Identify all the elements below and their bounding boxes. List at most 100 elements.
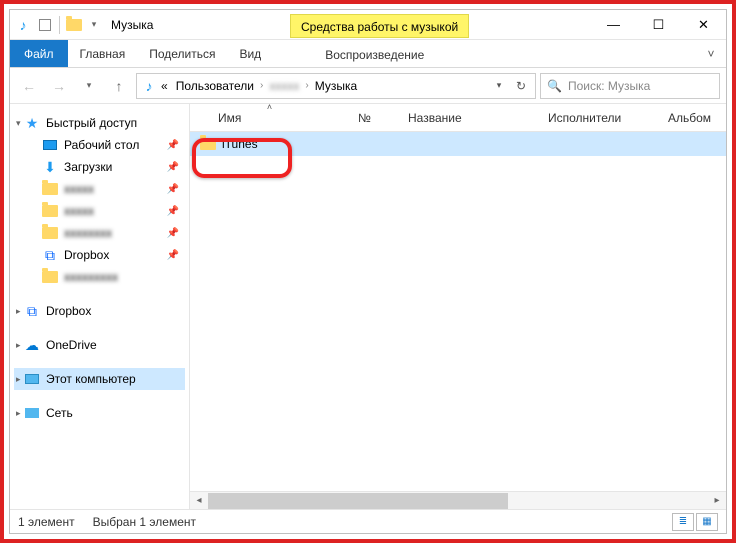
sidebar-onedrive[interactable]: ▸ ☁ OneDrive [14,334,185,356]
column-number[interactable]: № [350,104,400,131]
sidebar-item-label: Рабочий стол [64,138,139,152]
star-icon: ★ [24,115,40,131]
ribbon-collapse-icon[interactable]: ˅ [696,40,726,67]
sidebar-item-blurred[interactable]: xxxxx 📌 [14,178,185,200]
status-bar: 1 элемент Выбран 1 элемент ≣ ▦ [10,509,726,533]
sidebar-item-label: xxxxxxxxx [64,270,118,284]
nav-up-button[interactable]: ↑ [106,73,132,99]
breadcrumb-users[interactable]: Пользователи [172,79,258,93]
sidebar-item-label: Dropbox [64,248,109,262]
sidebar-item-label: Dropbox [46,304,91,318]
nav-back-button[interactable]: ← [16,73,42,99]
chevron-right-icon[interactable]: › [303,80,310,91]
context-tools-header: Средства работы с музыкой [290,14,469,38]
sidebar-item-label: Этот компьютер [46,372,136,386]
nav-pane: ▾ ★ Быстрый доступ Рабочий стол 📌 ⬇ Загр… [10,104,190,509]
folder-icon [42,269,58,285]
scroll-thumb[interactable] [208,493,508,509]
sidebar-item-label: Быстрый доступ [46,116,137,130]
sidebar-item-label: xxxxxxxx [64,226,112,240]
dropbox-icon: ⧉ [42,247,58,263]
ribbon-tabs: Файл Главная Поделиться Вид Воспроизведе… [10,40,726,68]
sidebar-item-desktop[interactable]: Рабочий стол 📌 [14,134,185,156]
folder-icon [42,181,58,197]
maximize-button[interactable]: ☐ [636,10,681,40]
sidebar-quick-access[interactable]: ▾ ★ Быстрый доступ [14,112,185,134]
status-count: 1 элемент [18,515,75,529]
search-placeholder: Поиск: Музыка [568,79,650,93]
sidebar-this-pc[interactable]: ▸ Этот компьютер [14,368,185,390]
caret-right-icon[interactable]: ▸ [16,306,21,317]
pin-icon: 📌 [167,206,179,217]
caret-right-icon[interactable]: ▸ [16,374,21,385]
dropbox-icon: ⧉ [24,303,40,319]
column-name[interactable]: Имя [190,104,350,131]
column-title[interactable]: Название [400,104,540,131]
folder-icon [42,225,58,241]
address-dropdown-icon[interactable]: ▾ [489,76,509,96]
column-album[interactable]: Альбом [660,104,726,131]
nav-row: ← → ▾ ↑ ♪ « Пользователи › xxxxx › Музык… [10,68,726,104]
sidebar-item-label: Сеть [46,406,73,420]
qat-new-folder-icon[interactable] [65,16,83,34]
folder-icon [42,203,58,219]
chevron-right-icon[interactable]: › [258,80,265,91]
qat-properties-icon[interactable] [36,16,54,34]
tab-share[interactable]: Поделиться [137,40,227,67]
nav-forward-button[interactable]: → [46,73,72,99]
download-icon: ⬇ [42,159,58,175]
search-input[interactable]: 🔍 Поиск: Музыка [540,73,720,99]
breadcrumb-user[interactable]: xxxxx [265,79,303,93]
tab-playback[interactable]: Воспроизведение [313,40,436,67]
content-pane: Имя № Название Исполнители Альбом iTunes… [190,104,726,509]
scroll-right-icon[interactable]: ▸ [708,493,726,509]
network-icon [24,405,40,421]
caret-right-icon[interactable]: ▸ [16,340,21,351]
sidebar-item-label: xxxxx [64,182,94,196]
qat-dropdown-icon[interactable]: ▾ [85,16,103,34]
desktop-icon [42,137,58,153]
caret-right-icon[interactable]: ▸ [16,408,21,419]
sidebar-item-blurred[interactable]: xxxxxxxx 📌 [14,222,185,244]
caret-down-icon[interactable]: ▾ [16,118,21,129]
sidebar-item-dropbox-pinned[interactable]: ⧉ Dropbox 📌 [14,244,185,266]
sidebar-item-blurred[interactable]: xxxxxxxxx [14,266,185,288]
scroll-left-icon[interactable]: ◂ [190,493,208,509]
tab-view[interactable]: Вид [227,40,273,67]
view-large-icons-button[interactable]: ▦ [696,513,718,531]
sidebar-item-downloads[interactable]: ⬇ Загрузки 📌 [14,156,185,178]
window-title: Музыка [111,18,153,32]
cloud-icon: ☁ [24,337,40,353]
horizontal-scrollbar[interactable]: ◂ ▸ [190,491,726,509]
minimize-button[interactable]: — [591,10,636,40]
address-bar[interactable]: ♪ « Пользователи › xxxxx › Музыка ▾ ↻ [136,73,536,99]
sidebar-item-label: OneDrive [46,338,97,352]
quick-access-toolbar: ▾ [36,16,103,34]
music-library-icon: ♪ [14,16,32,34]
file-list[interactable]: iTunes [190,132,726,491]
pin-icon: 📌 [167,162,179,173]
close-button[interactable]: ✕ [681,10,726,40]
breadcrumb-prefix: « [157,79,172,93]
sidebar-dropbox[interactable]: ▸ ⧉ Dropbox [14,300,185,322]
search-icon: 🔍 [547,79,562,93]
tab-home[interactable]: Главная [68,40,138,67]
folder-icon [200,136,216,152]
refresh-icon[interactable]: ↻ [511,76,531,96]
column-artists[interactable]: Исполнители [540,104,660,131]
breadcrumb-music[interactable]: Музыка [311,79,361,93]
list-item[interactable]: iTunes [190,132,726,156]
file-tab[interactable]: Файл [10,40,68,67]
pin-icon: 📌 [167,250,179,261]
pin-icon: 📌 [167,228,179,239]
column-headers: Имя № Название Исполнители Альбом [190,104,726,132]
music-folder-icon: ♪ [141,78,157,94]
item-name: iTunes [222,137,258,151]
sidebar-item-blurred[interactable]: xxxxx 📌 [14,200,185,222]
view-details-button[interactable]: ≣ [672,513,694,531]
pin-icon: 📌 [167,140,179,151]
nav-recent-dropdown[interactable]: ▾ [76,73,102,99]
sidebar-item-label: Загрузки [64,160,112,174]
sidebar-network[interactable]: ▸ Сеть [14,402,185,424]
monitor-icon [24,371,40,387]
